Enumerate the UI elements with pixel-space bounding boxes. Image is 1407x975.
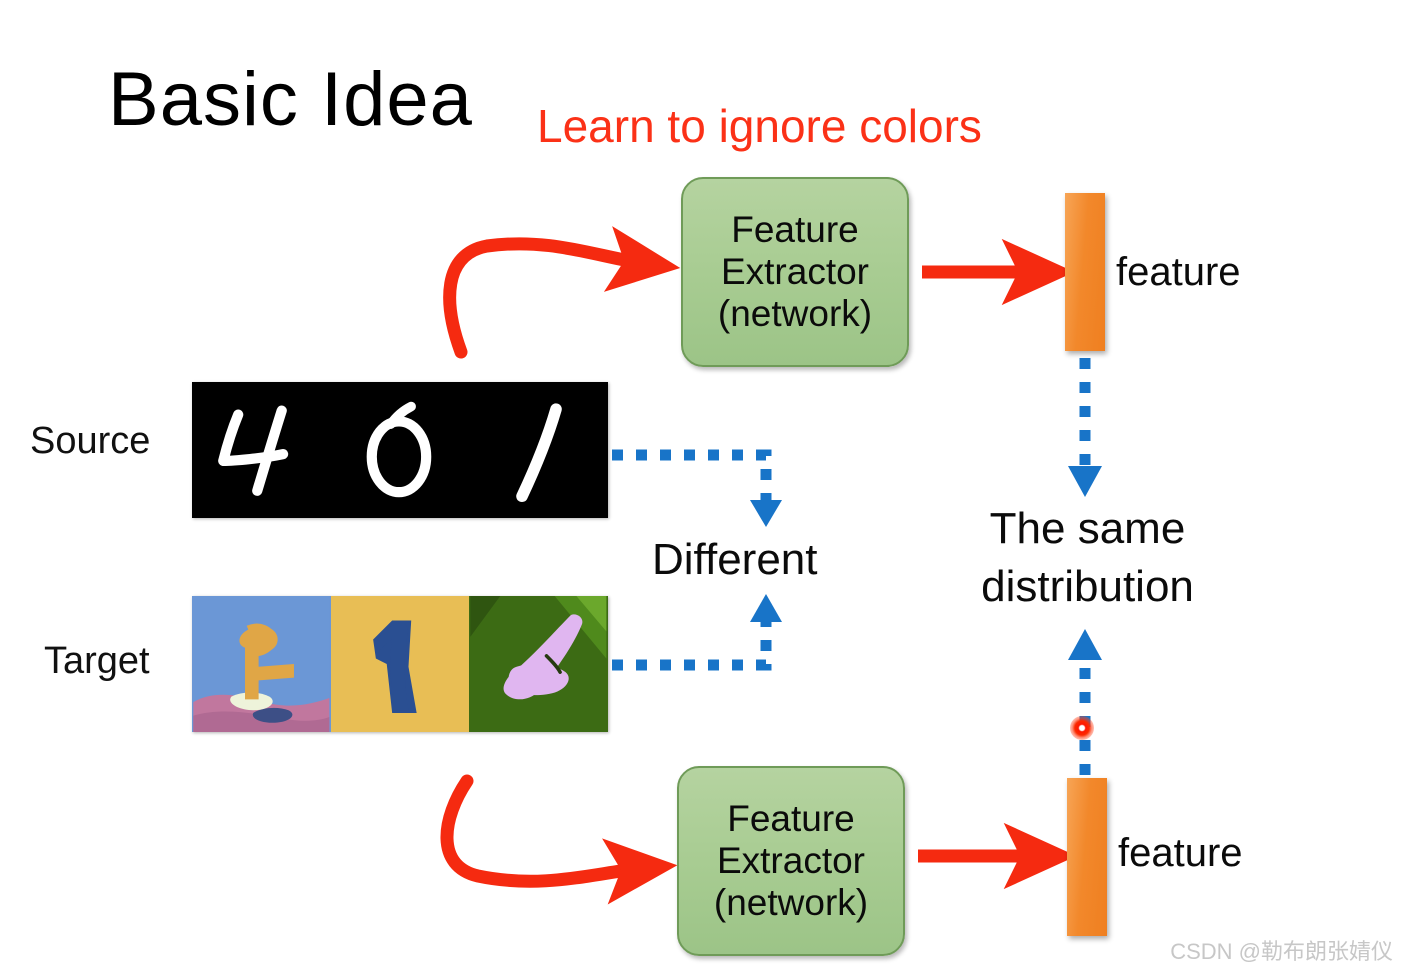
mnist-digit-1-glyph: [516, 403, 563, 503]
slide-canvas: Basic Idea Learn to ignore colors Source…: [0, 0, 1407, 975]
csdn-watermark: CSDN @勒布朗张婧仪: [1170, 939, 1393, 964]
different-annotation: Different: [652, 535, 818, 584]
fe-line-1-bottom: Feature: [727, 797, 855, 839]
target-photo-3-glyph: [470, 596, 607, 732]
same-distribution-line-2: distribution: [981, 562, 1194, 612]
blue-dotted-source-to-different: [612, 449, 772, 500]
laser-pointer-dot: [1070, 716, 1094, 740]
target-digit-cell-1: [192, 596, 331, 732]
target-image-strip: [192, 596, 608, 732]
blue-arrowhead-up-different: [750, 594, 782, 622]
blue-arrowhead-down-distribution: [1068, 466, 1102, 497]
same-distribution-annotation: The same distribution: [950, 500, 1225, 616]
feature-label-bottom: feature: [1118, 831, 1243, 875]
target-photo-1-glyph: [193, 596, 330, 732]
feature-label-top: feature: [1116, 250, 1241, 294]
red-arrow-source-to-extractor: [443, 226, 681, 359]
target-photo-2-glyph: [331, 596, 468, 732]
mnist-digit-0-glyph: [366, 401, 431, 498]
fe-line-3-bottom: (network): [713, 882, 869, 924]
source-digit-cell-0: [331, 382, 470, 518]
page-title: Basic Idea: [108, 57, 473, 142]
feature-vector-bar-bottom: [1067, 778, 1107, 936]
same-distribution-line-1: The same: [989, 504, 1186, 553]
mnist-digit-4-glyph: [218, 405, 289, 496]
fe-line-2-top: Extractor: [720, 250, 870, 292]
source-digit-cell-1: [469, 382, 608, 518]
blue-arrowhead-down-different: [750, 500, 782, 527]
source-row-label: Source: [30, 420, 151, 462]
feature-extractor-box-top[interactable]: Feature Extractor (network): [681, 177, 909, 367]
blue-arrowhead-up-distribution: [1068, 629, 1102, 660]
red-heading-learn-to-ignore-colors: Learn to ignore colors: [537, 100, 982, 152]
fe-line-1-top: Feature: [731, 208, 859, 250]
blue-dotted-target-to-different: [612, 622, 772, 671]
red-arrow-target-to-extractor: [440, 774, 678, 905]
target-digit-cell-2: [330, 596, 470, 732]
source-image-strip: [192, 382, 608, 518]
source-digit-cell-4: [192, 382, 331, 518]
feature-extractor-box-bottom[interactable]: Feature Extractor (network): [677, 766, 905, 956]
target-digit-cell-3: [469, 596, 608, 732]
target-row-label: Target: [44, 640, 150, 682]
feature-vector-bar-top: [1065, 193, 1105, 351]
fe-line-3-top: (network): [717, 293, 873, 335]
fe-line-2-bottom: Extractor: [716, 839, 866, 881]
